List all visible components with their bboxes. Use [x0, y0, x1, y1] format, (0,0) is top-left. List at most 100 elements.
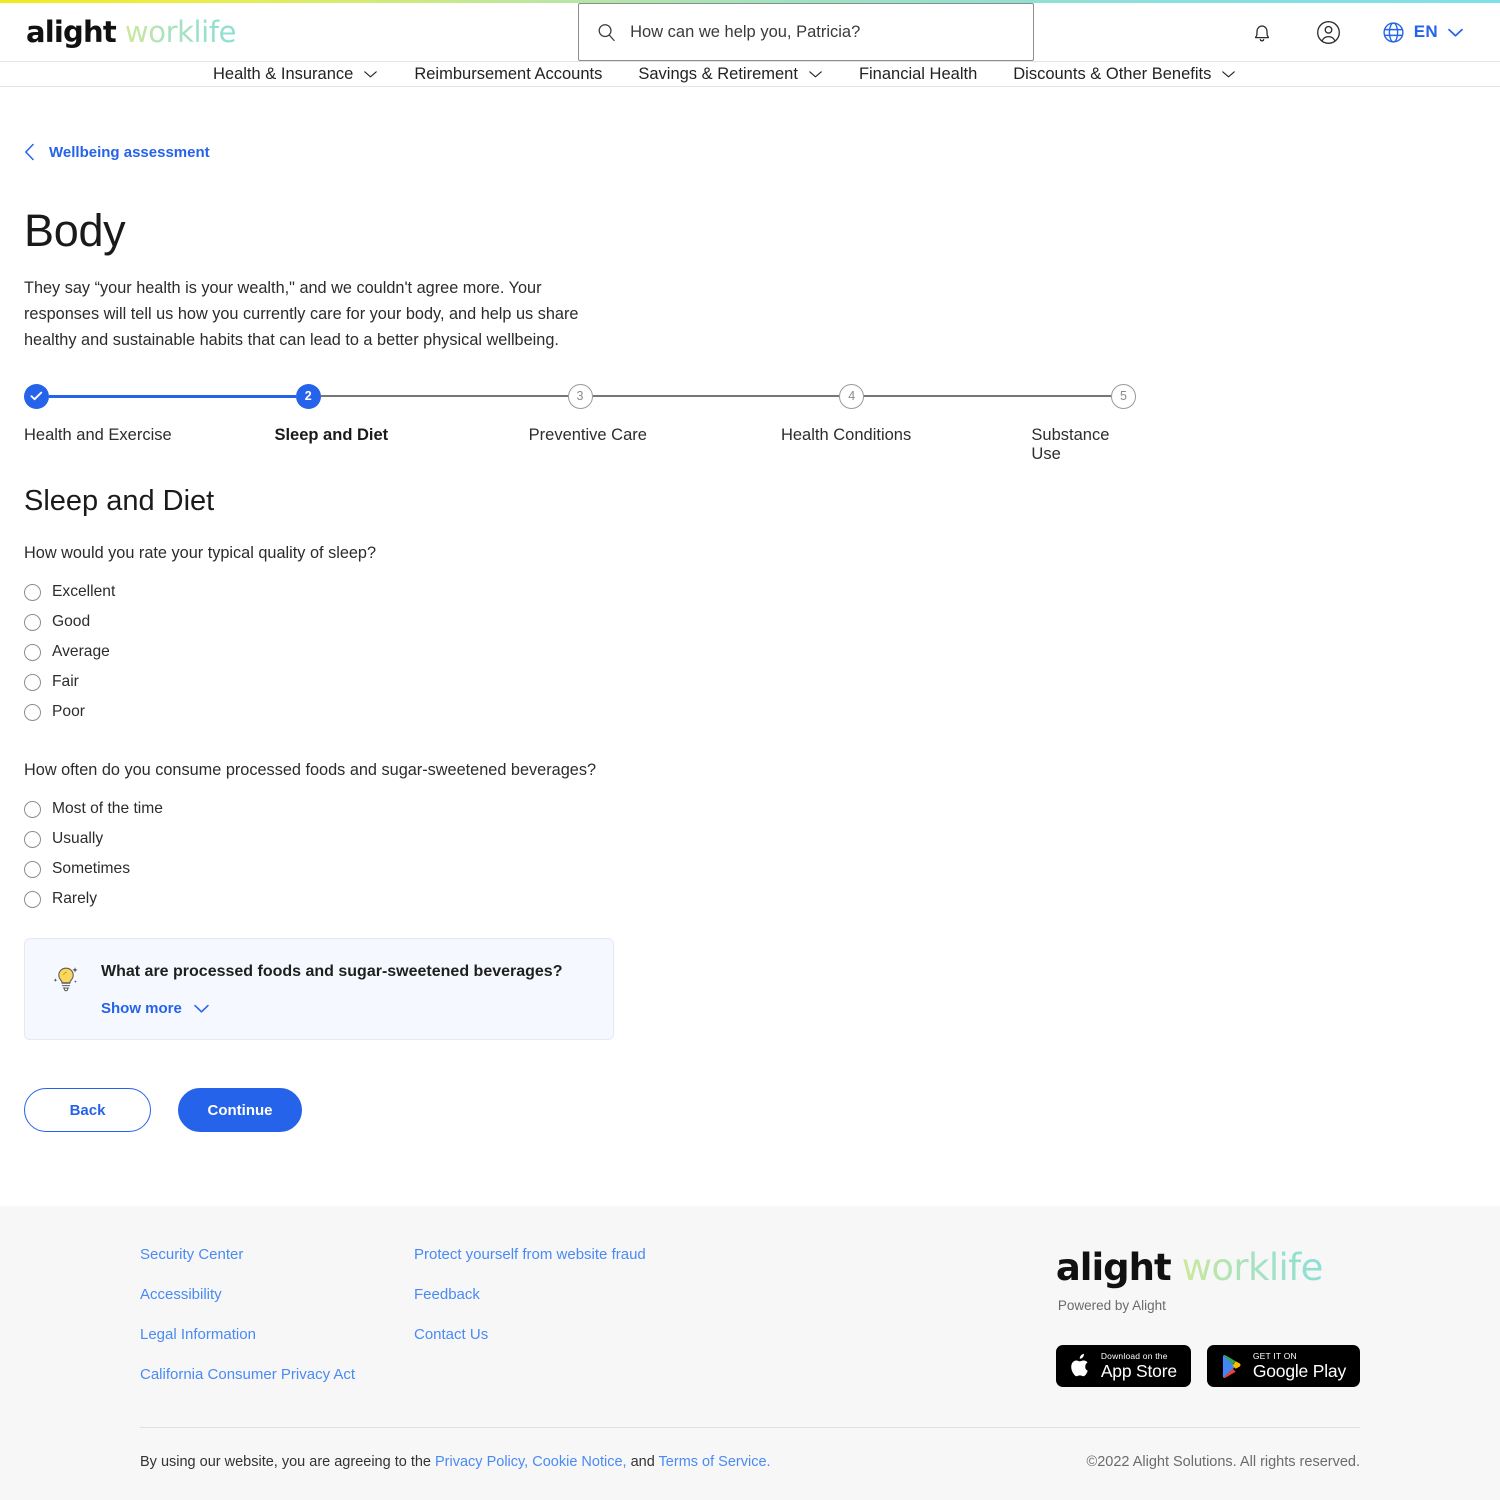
badge-big-text: Google Play — [1252, 1361, 1346, 1381]
search-box[interactable] — [578, 3, 1035, 62]
radio-circle[interactable] — [24, 830, 41, 848]
nav-item-financial-health[interactable]: Financial Health — [859, 65, 977, 84]
radio-circle[interactable] — [24, 890, 41, 908]
footer-link-legal-information[interactable]: Legal Information — [140, 1326, 256, 1343]
nav-item-reimbursement-accounts[interactable]: Reimbursement Accounts — [414, 65, 602, 84]
badge-small-text: Download on the — [1100, 1350, 1168, 1361]
apple-icon — [1071, 1353, 1088, 1377]
badge-small-text: GET IT ON — [1252, 1350, 1297, 1361]
footer-logo-worklife-text: worklife — [1181, 1246, 1324, 1289]
step-circle-4[interactable]: 4 — [839, 383, 865, 409]
nav-item-health-insurance[interactable]: Health & Insurance — [213, 65, 378, 84]
google-play-badge[interactable]: GET IT ON Google Play — [1206, 1345, 1360, 1387]
google-play-icon — [1222, 1354, 1241, 1378]
step-circle-5[interactable]: 5 — [1111, 383, 1136, 409]
cookie-notice-link[interactable]: Cookie Notice, — [532, 1454, 626, 1470]
option-label: Excellent — [52, 583, 116, 600]
language-selector[interactable]: EN — [1382, 21, 1464, 44]
option-label: Rarely — [52, 890, 98, 907]
account-button[interactable] — [1315, 19, 1342, 46]
footer-link-feedback[interactable]: Feedback — [414, 1286, 480, 1303]
breadcrumb-back-link[interactable]: Wellbeing assessment — [24, 143, 210, 161]
brand-logo[interactable]: alight worklife — [26, 15, 236, 49]
option-label: Sometimes — [52, 860, 130, 877]
radio-option-good[interactable]: Good — [24, 607, 90, 637]
option-label: Most of the time — [52, 800, 163, 817]
footer-link-contact-us[interactable]: Contact Us — [414, 1326, 488, 1343]
logo-worklife-text: worklife — [124, 15, 237, 50]
stepper-segment-4 — [864, 395, 1111, 397]
badge-big-text: App Store — [1100, 1361, 1177, 1381]
nav-item-savings-retirement[interactable]: Savings & Retirement — [638, 65, 823, 84]
radio-circle[interactable] — [24, 613, 41, 631]
nav-label: Discounts & Other Benefits — [1013, 64, 1212, 83]
terms-of-service-link[interactable]: Terms of Service. — [659, 1454, 771, 1470]
chevron-down-icon — [1448, 28, 1463, 37]
powered-by-label: Powered by Alight — [1057, 1298, 1166, 1313]
app-store-badge[interactable]: Download on the App Store — [1055, 1345, 1191, 1387]
radio-option-excellent[interactable]: Excellent — [24, 577, 115, 607]
radio-option-most-of-the-time[interactable]: Most of the time — [24, 794, 163, 824]
stepper-labels: Health and Exercise Sleep and Diet Preve… — [24, 426, 1136, 464]
continue-button[interactable]: Continue — [178, 1088, 302, 1132]
radio-option-sometimes[interactable]: Sometimes — [24, 854, 130, 884]
breadcrumb-label: Wellbeing assessment — [49, 143, 210, 161]
section-title: Sleep and Diet — [24, 485, 215, 517]
radio-option-fair[interactable]: Fair — [24, 667, 79, 697]
app-store-badge-text: Download on the App Store — [1100, 1350, 1177, 1381]
stepper-segment-3 — [592, 395, 840, 397]
radio-circle[interactable] — [24, 673, 41, 691]
step-label-4: Health Conditions — [780, 426, 912, 444]
radio-circle[interactable] — [24, 643, 41, 661]
footer-link-california-consumer-privacy-act[interactable]: California Consumer Privacy Act — [140, 1366, 355, 1383]
option-label: Good — [52, 613, 91, 630]
progress-stepper: 2 3 4 5 Health and Exercise Sleep and Di… — [24, 383, 1136, 463]
footer-column-two: Protect yourself from website fraud Feed… — [414, 1246, 688, 1387]
stepper-track: 2 3 4 5 — [24, 383, 1136, 409]
radio-circle[interactable] — [24, 860, 41, 878]
globe-icon — [1383, 21, 1404, 43]
info-tip-card: What are processed foods and sugar-sweet… — [24, 938, 614, 1040]
show-more-label: Show more — [101, 1000, 182, 1017]
step-circle-1[interactable] — [24, 383, 49, 409]
footer-link-accessibility[interactable]: Accessibility — [140, 1286, 222, 1303]
radio-circle[interactable] — [24, 800, 41, 818]
privacy-policy-link[interactable]: Privacy Policy, — [435, 1454, 528, 1470]
step-circle-2[interactable]: 2 — [295, 383, 321, 409]
footer-top: Security Center Accessibility Legal Info… — [140, 1246, 1360, 1387]
search-input[interactable] — [630, 22, 1016, 42]
footer-bottom: By using our website, you are agreeing t… — [140, 1428, 1360, 1500]
header-actions: EN — [1249, 19, 1476, 46]
nav-label: Reimbursement Accounts — [414, 64, 603, 83]
tip-title: What are processed foods and sugar-sweet… — [101, 963, 563, 980]
search-icon — [598, 23, 615, 41]
show-more-toggle[interactable]: Show more — [101, 1000, 210, 1017]
radio-circle[interactable] — [24, 703, 41, 721]
footer-link-website-fraud[interactable]: Protect yourself from website fraud — [414, 1246, 646, 1263]
chevron-down-icon — [364, 70, 378, 77]
step-label-5: Substance Use — [1031, 426, 1110, 463]
radio-option-poor[interactable]: Poor — [24, 697, 85, 727]
question-1-text: How would you rate your typical quality … — [24, 544, 377, 562]
radio-option-rarely[interactable]: Rarely — [24, 884, 97, 914]
radio-option-usually[interactable]: Usually — [24, 824, 103, 854]
notifications-button[interactable] — [1249, 19, 1275, 45]
tip-content: What are processed foods and sugar-sweet… — [101, 961, 562, 1017]
main-content: Wellbeing assessment Body They say “your… — [0, 87, 1500, 1206]
app-store-badges: Download on the App Store GET IT ON Goog… — [1055, 1345, 1360, 1387]
footer-link-columns: Security Center Accessibility Legal Info… — [140, 1246, 688, 1387]
footer-link-security-center[interactable]: Security Center — [140, 1246, 243, 1263]
copyright-text: ©2022 Alight Solutions. All rights reser… — [1086, 1454, 1360, 1470]
google-play-badge-text: GET IT ON Google Play — [1252, 1350, 1346, 1381]
back-button[interactable]: Back — [24, 1088, 151, 1132]
check-icon — [30, 391, 43, 401]
option-label: Average — [52, 643, 110, 660]
step-circle-3[interactable]: 3 — [567, 383, 593, 409]
page-root: alight worklife How can we help you, Pat… — [0, 0, 1500, 1500]
radio-circle[interactable] — [24, 583, 41, 601]
chevron-down-icon — [809, 70, 822, 77]
user-account-icon — [1316, 20, 1340, 44]
nav-item-discounts-other-benefits[interactable]: Discounts & Other Benefits — [1013, 65, 1236, 84]
radio-option-average[interactable]: Average — [24, 637, 110, 667]
step-label-1: Health and Exercise — [24, 426, 172, 444]
